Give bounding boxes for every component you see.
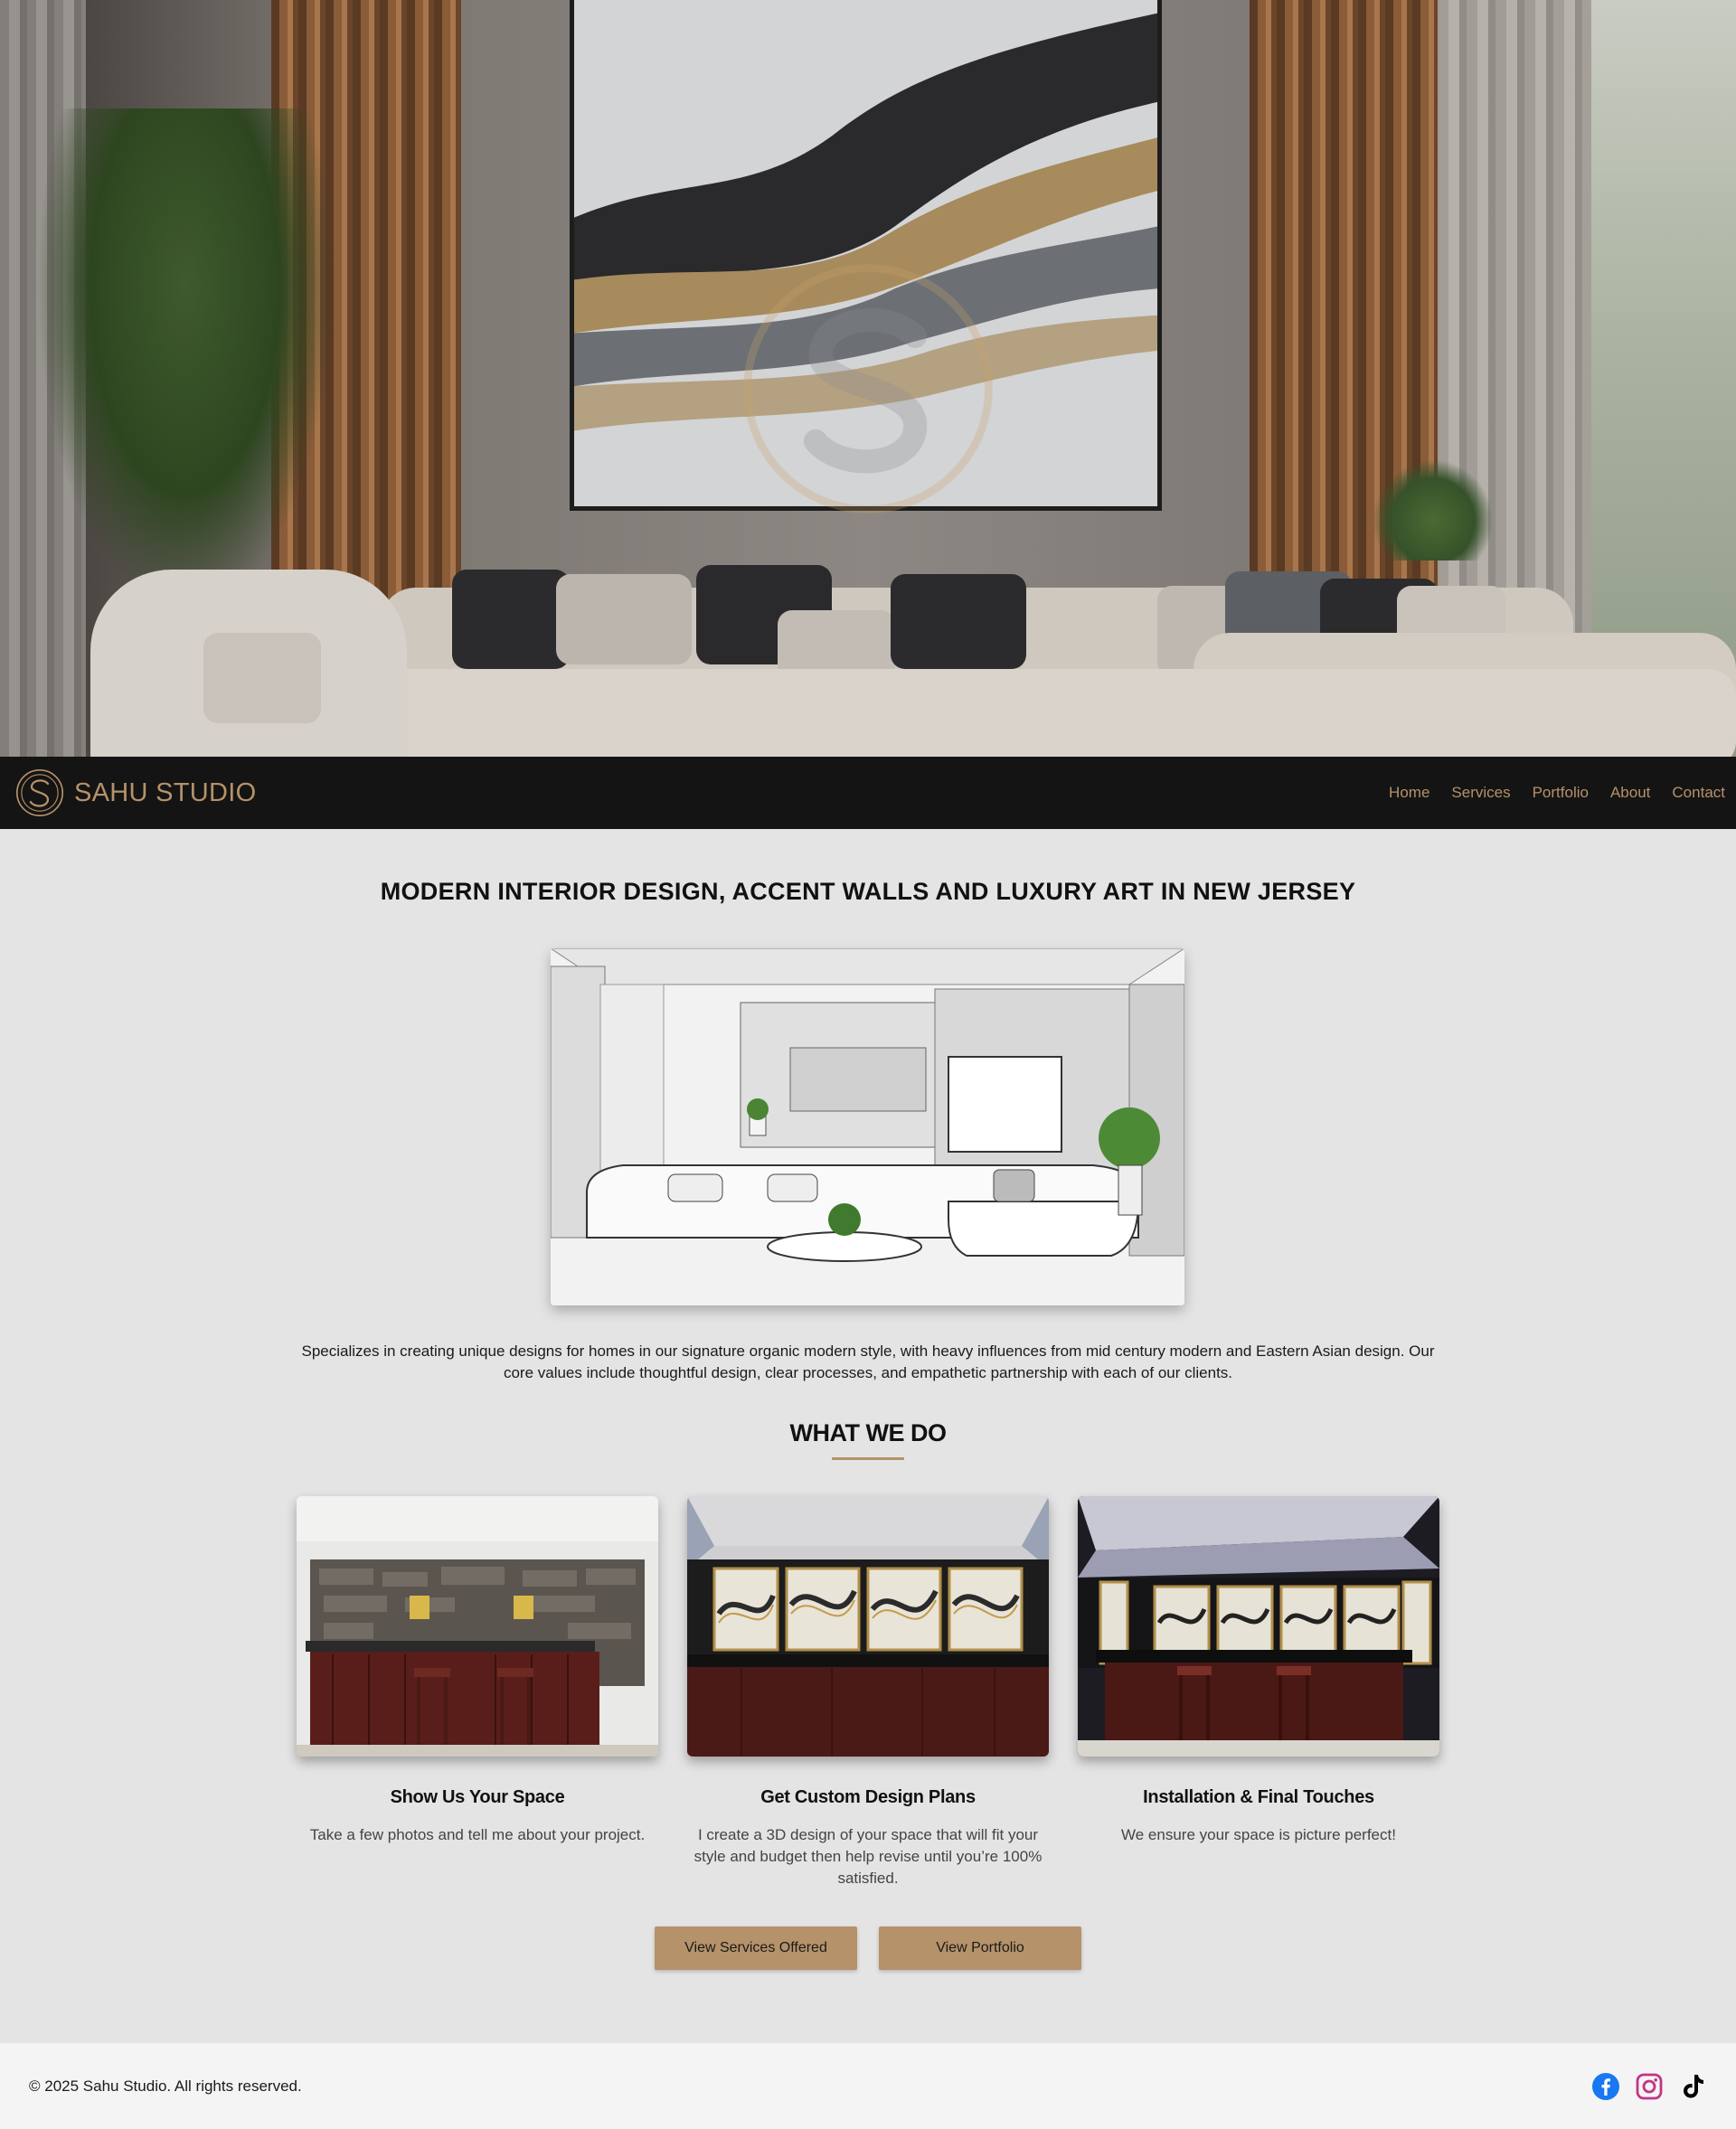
hero-pillow bbox=[891, 574, 1026, 669]
tiktok-icon bbox=[1684, 2074, 1703, 2098]
hero-pillow bbox=[452, 570, 570, 669]
card-title: Get Custom Design Plans bbox=[760, 1787, 976, 1807]
hero-sofa-seat bbox=[380, 669, 1736, 757]
sahu-s-logo-icon bbox=[15, 768, 64, 817]
card-description: Take a few photos and tell me about your… bbox=[309, 1826, 646, 1843]
instagram-link[interactable] bbox=[1635, 2072, 1664, 2101]
hero-pillow bbox=[203, 633, 321, 723]
card-description: I create a 3D design of your space that … bbox=[693, 1826, 1043, 1887]
hero-pillow bbox=[556, 574, 692, 664]
hero-plant-right bbox=[1374, 461, 1492, 561]
card-description: We ensure your space is picture perfect! bbox=[1121, 1826, 1396, 1843]
facebook-icon bbox=[1592, 2072, 1619, 2100]
brand-home-link[interactable]: SAHU STUDIO bbox=[14, 768, 257, 818]
hero-plant-left bbox=[36, 108, 335, 615]
nav-link-portfolio[interactable]: Portfolio bbox=[1533, 784, 1589, 802]
tiktok-link[interactable] bbox=[1678, 2072, 1707, 2101]
service-card-installation: Installation & Final Touches We ensure y… bbox=[1078, 1496, 1439, 1846]
facebook-link[interactable] bbox=[1591, 2072, 1620, 2101]
section-title-underline bbox=[832, 1457, 904, 1460]
nav-link-home[interactable]: Home bbox=[1389, 784, 1429, 802]
social-links bbox=[1591, 2072, 1707, 2101]
page-footer: © 2025 Sahu Studio. All rights reserved. bbox=[0, 2043, 1736, 2129]
what-we-do-title: WHAT WE DO bbox=[789, 1419, 947, 1446]
card-title: Show Us Your Space bbox=[390, 1787, 565, 1807]
service-card-design-plans: Get Custom Design Plans I create a 3D de… bbox=[687, 1496, 1049, 1889]
main-content: MODERN INTERIOR DESIGN, ACCENT WALLS AND… bbox=[0, 829, 1736, 2043]
intro-paragraph: Specializes in creating unique designs f… bbox=[301, 1342, 1435, 1381]
view-portfolio-button[interactable]: View Portfolio bbox=[879, 1926, 1081, 1970]
service-card-show-space: Show Us Your Space Take a few photos and… bbox=[297, 1496, 658, 1846]
nav-link-services[interactable]: Services bbox=[1451, 784, 1510, 802]
instagram-icon bbox=[1636, 2073, 1663, 2099]
top-navbar: SAHU STUDIO Home Services Portfolio Abou… bbox=[0, 757, 1736, 829]
nav-links: Home Services Portfolio About Contact bbox=[1389, 784, 1725, 802]
finished-bar-photo bbox=[1078, 1496, 1439, 1757]
living-room-sketch-image bbox=[551, 948, 1184, 1305]
card-title: Installation & Final Touches bbox=[1143, 1787, 1374, 1807]
hero-image bbox=[0, 0, 1736, 757]
page-headline: MODERN INTERIOR DESIGN, ACCENT WALLS AND… bbox=[380, 878, 1356, 905]
view-services-button[interactable]: View Services Offered bbox=[655, 1926, 857, 1970]
nav-link-contact[interactable]: Contact bbox=[1672, 784, 1725, 802]
nav-link-about[interactable]: About bbox=[1610, 784, 1650, 802]
bar-design-render bbox=[687, 1496, 1049, 1757]
sahu-watermark-icon bbox=[743, 264, 993, 513]
stone-bar-photo bbox=[297, 1496, 658, 1757]
copyright-text: © 2025 Sahu Studio. All rights reserved. bbox=[29, 2077, 302, 2095]
brand-name: SAHU STUDIO bbox=[74, 777, 257, 807]
